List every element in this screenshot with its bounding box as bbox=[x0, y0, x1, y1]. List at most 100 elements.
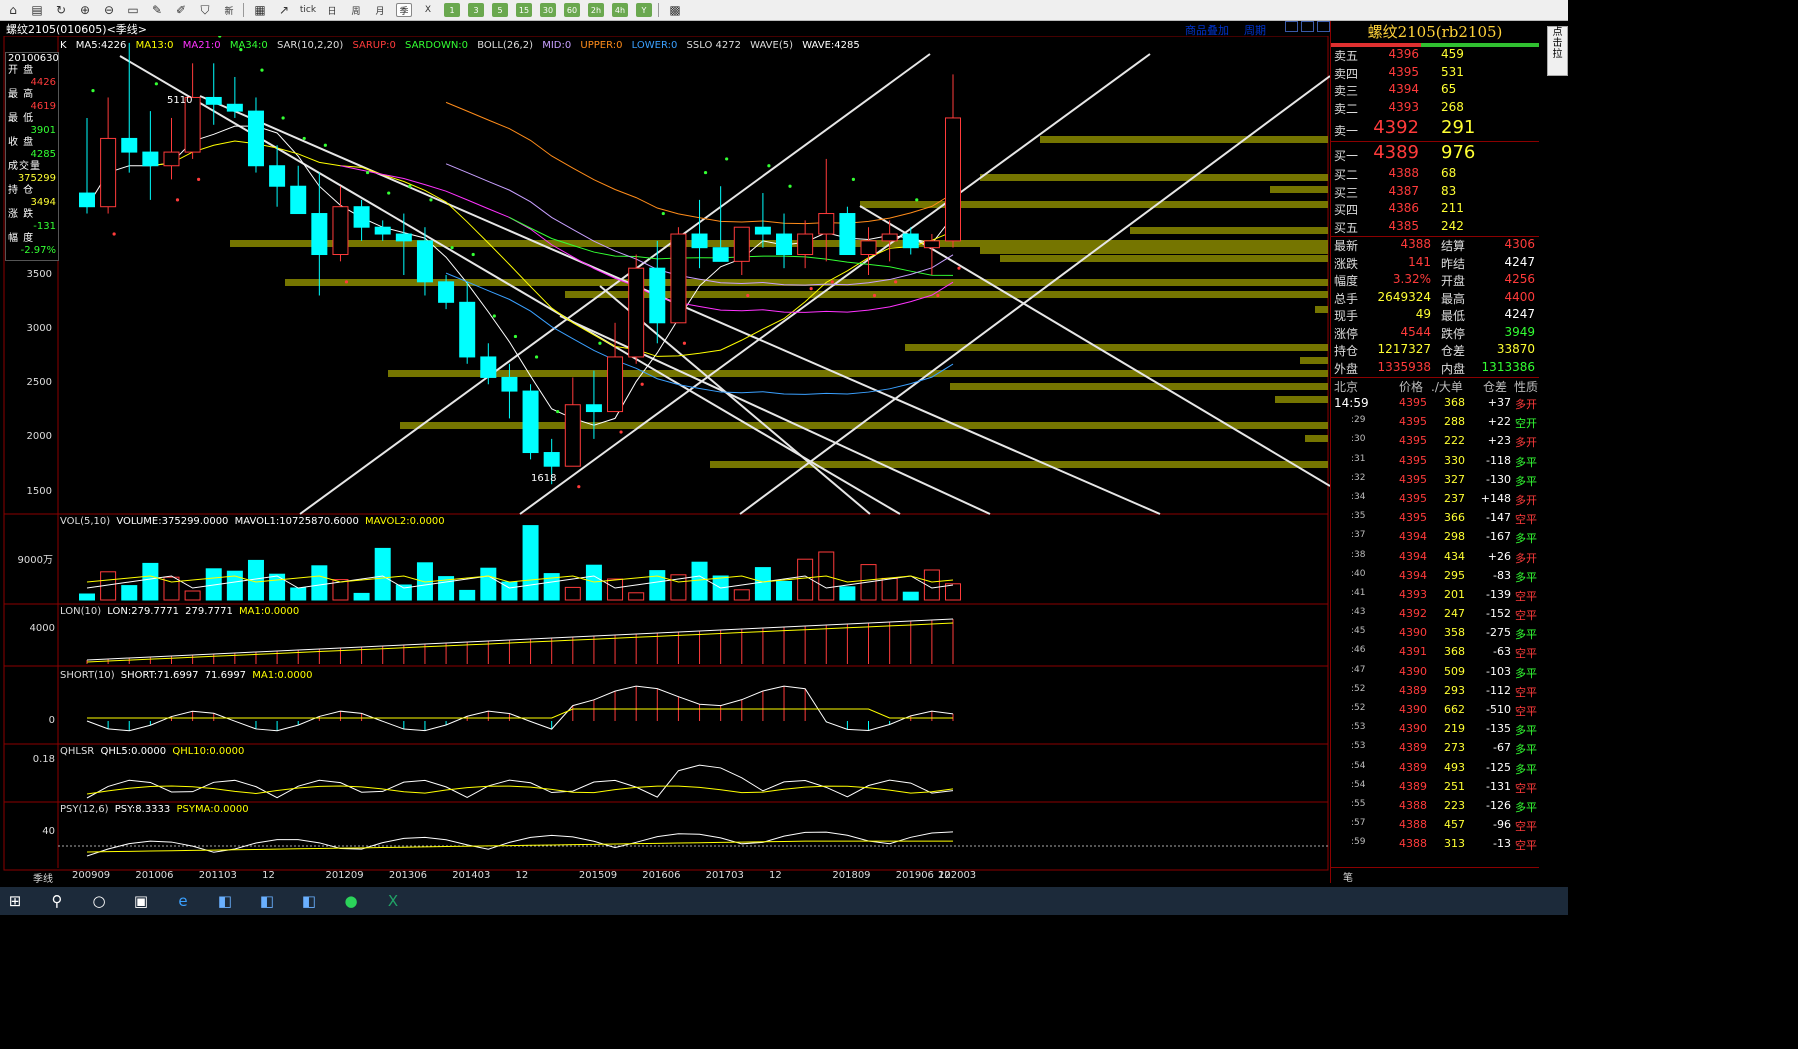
p15-icon[interactable]: 15 bbox=[516, 3, 532, 17]
info-open: 4426 bbox=[30, 77, 56, 88]
candle-body bbox=[860, 240, 877, 256]
zoom-in-icon[interactable]: ⊕ bbox=[77, 3, 93, 17]
p3-icon[interactable]: 3 bbox=[468, 3, 484, 17]
tick-time: :57 bbox=[1351, 818, 1366, 829]
lon-ma-line bbox=[86, 622, 954, 663]
p30-icon[interactable]: 30 bbox=[540, 3, 556, 17]
windows-start-icon[interactable]: ⊞ bbox=[0, 887, 30, 915]
ticks-col-price: 价格 bbox=[1399, 380, 1424, 394]
stat-label-right: 仓差 bbox=[1441, 344, 1466, 358]
tick-icon[interactable]: tick bbox=[300, 3, 316, 17]
sar-dot bbox=[344, 280, 349, 284]
period-label[interactable]: 季线 bbox=[33, 870, 53, 885]
wechat-icon[interactable]: ● bbox=[336, 887, 366, 915]
candle-body bbox=[754, 226, 771, 235]
restore-icon[interactable] bbox=[1285, 21, 1298, 32]
volume-bar bbox=[121, 585, 138, 601]
side-strip bbox=[1540, 21, 1568, 883]
refresh-icon[interactable]: ↻ bbox=[53, 3, 69, 17]
tick-oi-change: -67 bbox=[1493, 741, 1511, 755]
bid-price: 4385 bbox=[1388, 218, 1419, 233]
x-icon[interactable]: X bbox=[420, 3, 436, 17]
sardown-value: SARDOWN:0 bbox=[405, 40, 469, 51]
lon-value: LON:279.7771 bbox=[107, 606, 179, 617]
app-icon-3[interactable]: ◧ bbox=[294, 887, 324, 915]
stat-label-left: 现手 bbox=[1334, 309, 1359, 323]
stat-label-right: 最高 bbox=[1441, 291, 1466, 306]
ask-label: 卖二 bbox=[1334, 101, 1359, 116]
psy-header: PSY(12,6) PSY:8.3333 PSYMA:0.0000 bbox=[60, 804, 255, 815]
search-icon[interactable]: ⚲ bbox=[42, 887, 72, 915]
x-tick-label: 201509 bbox=[578, 870, 618, 881]
table-icon[interactable]: ▦ bbox=[252, 3, 268, 17]
tick-nature: 空平 bbox=[1515, 820, 1537, 834]
low-mark: 1618 bbox=[531, 473, 557, 484]
bid-row[interactable]: 买一 4389 976 bbox=[1331, 142, 1539, 166]
p2h-icon[interactable]: 2h bbox=[588, 3, 604, 17]
home-icon[interactable]: ⌂ bbox=[5, 3, 21, 17]
ask-row[interactable]: 卖一 4392 291 bbox=[1331, 117, 1539, 141]
tick-time: :59 bbox=[1351, 837, 1366, 848]
ask-row[interactable]: 卖三 4394 65 bbox=[1331, 82, 1539, 100]
boll-label: BOLL(26,2) bbox=[477, 40, 534, 51]
tick-nature: 空平 bbox=[1515, 781, 1537, 795]
tick-time: :38 bbox=[1351, 549, 1366, 560]
ask-row[interactable]: 卖四 4395 531 bbox=[1331, 65, 1539, 83]
folder-icon[interactable]: ▤ bbox=[29, 3, 45, 17]
calc-icon[interactable]: ▩ bbox=[667, 3, 683, 17]
line-chart-icon[interactable]: ↗ bbox=[276, 3, 292, 17]
quarter-icon[interactable]: 季 bbox=[396, 3, 412, 17]
stat-row: 持仓 1217327 仓差 33870 bbox=[1331, 342, 1539, 360]
candle-body bbox=[142, 151, 159, 167]
volume-bar bbox=[776, 580, 793, 601]
app-icon-1[interactable]: ◧ bbox=[210, 887, 240, 915]
new-icon[interactable]: 新 bbox=[221, 3, 237, 17]
footer-label[interactable]: 笔 bbox=[1343, 869, 1353, 884]
zoom-out-icon[interactable]: ⊖ bbox=[101, 3, 117, 17]
maximize-icon[interactable] bbox=[1317, 21, 1330, 32]
stat-value-right: 33870 bbox=[1496, 342, 1535, 356]
excel-icon[interactable]: X bbox=[378, 887, 408, 915]
sar-dot bbox=[112, 232, 116, 236]
tick-price: 4389 bbox=[1399, 760, 1427, 774]
pen-icon[interactable]: ✎ bbox=[149, 3, 165, 17]
tick-row: :37 4394 298 -167 多平 bbox=[1331, 530, 1539, 549]
filter-icon[interactable]: ⛉ bbox=[197, 3, 213, 17]
tick-time: :52 bbox=[1351, 703, 1366, 713]
tick-nature: 多平 bbox=[1515, 628, 1537, 642]
p5-icon[interactable]: 5 bbox=[492, 3, 508, 17]
brush-icon[interactable]: ✐ bbox=[173, 3, 189, 17]
cortana-icon[interactable]: ○ bbox=[84, 887, 114, 915]
tick-row: :57 4388 457 -96 空平 bbox=[1331, 818, 1539, 837]
volume-bar bbox=[839, 586, 856, 601]
tick-row: :45 4390 358 -275 多平 bbox=[1331, 626, 1539, 645]
ask-row[interactable]: 卖二 4393 268 bbox=[1331, 100, 1539, 118]
expand-tab[interactable]: 点击拉 bbox=[1547, 26, 1568, 76]
bid-row[interactable]: 买三 4387 83 bbox=[1331, 184, 1539, 202]
tick-time: :41 bbox=[1351, 587, 1366, 598]
ask-row[interactable]: 卖五 4396 459 bbox=[1331, 47, 1539, 65]
month-icon[interactable]: 月 bbox=[372, 3, 388, 17]
window-icon[interactable]: ▭ bbox=[125, 3, 141, 17]
tick-nature: 多平 bbox=[1515, 743, 1537, 757]
y-icon[interactable]: Y bbox=[636, 3, 652, 17]
edge-icon[interactable]: e bbox=[168, 887, 198, 915]
week-icon[interactable]: 周 bbox=[348, 3, 364, 17]
sar-dot bbox=[788, 184, 792, 188]
app-icon-2[interactable]: ◧ bbox=[252, 887, 282, 915]
p60-icon[interactable]: 60 bbox=[564, 3, 580, 17]
split-icon[interactable] bbox=[1301, 21, 1314, 32]
bid-label: 买五 bbox=[1334, 220, 1359, 235]
kline-chart[interactable] bbox=[0, 36, 1330, 886]
bid-row[interactable]: 买二 4388 68 bbox=[1331, 166, 1539, 184]
x-tick-label: 200909 bbox=[72, 870, 111, 881]
day-icon[interactable]: 日 bbox=[324, 3, 340, 17]
tick-vol: 273 bbox=[1444, 741, 1465, 755]
info-oi: 3494 bbox=[30, 197, 56, 208]
toolbar-separator bbox=[658, 3, 659, 17]
p4h-icon[interactable]: 4h bbox=[612, 3, 628, 17]
task-view-icon[interactable]: ▣ bbox=[126, 887, 156, 915]
bid-row[interactable]: 买四 4386 211 bbox=[1331, 201, 1539, 219]
bid-row[interactable]: 买五 4385 242 bbox=[1331, 219, 1539, 237]
p1-icon[interactable]: 1 bbox=[444, 3, 460, 17]
